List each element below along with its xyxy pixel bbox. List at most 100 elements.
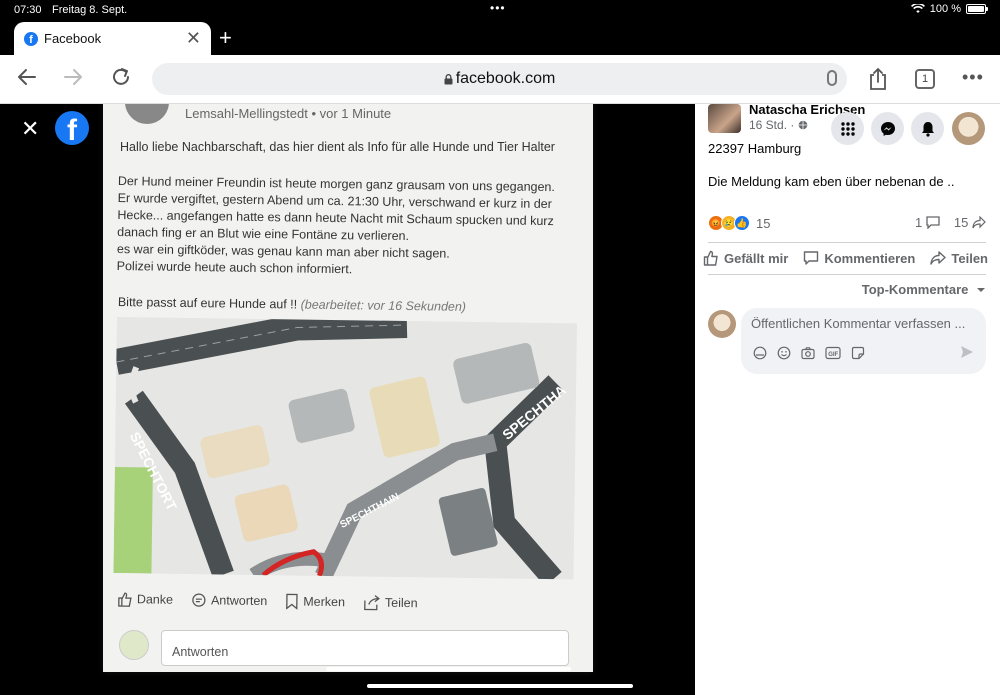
send-icon[interactable] bbox=[960, 345, 974, 359]
profile-avatar[interactable] bbox=[952, 112, 985, 145]
emoji-icon[interactable] bbox=[777, 346, 791, 360]
bell-icon bbox=[921, 121, 934, 137]
speech-bubble-icon bbox=[192, 593, 206, 607]
commenter-avatar[interactable] bbox=[708, 310, 736, 338]
post-action-bar: Gefällt mir Kommentieren Teilen bbox=[703, 250, 988, 266]
photo-reply-row: Antworten bbox=[117, 630, 577, 670]
like-label: Gefällt mir bbox=[724, 250, 789, 266]
post-text: Die Meldung kam eben über nebenan de .. bbox=[708, 174, 955, 189]
share-label: Teilen bbox=[951, 250, 988, 266]
share-icon[interactable] bbox=[868, 67, 888, 91]
comment-input[interactable]: Öffentlichen Kommentar verfassen ... GIF bbox=[741, 308, 986, 374]
photo-reply-avatar bbox=[119, 630, 149, 660]
photo-greeting: Hallo liebe Nachbarschaft, das hier dien… bbox=[120, 140, 555, 154]
photo-reply-label: Antworten bbox=[210, 593, 268, 609]
more-options-icon[interactable]: ••• bbox=[962, 67, 984, 88]
comment-count[interactable]: 1 bbox=[915, 215, 940, 230]
share-count-value: 15 bbox=[953, 215, 969, 230]
notifications-button[interactable] bbox=[911, 112, 944, 145]
status-bar: 07:30 Freitag 8. Sept. ••• 100 % bbox=[0, 0, 1000, 20]
facebook-favicon-icon: f bbox=[24, 31, 38, 46]
chevron-down-icon bbox=[977, 288, 985, 292]
like-icon bbox=[703, 250, 718, 266]
photo-warning-text: Bitte passt auf eure Hunde auf !! bbox=[117, 295, 298, 312]
photo-reply-input: Antworten bbox=[161, 630, 569, 666]
post-side-panel: Natascha Erichsen 16 Std. · 22397 Hambur… bbox=[695, 102, 1000, 695]
author-avatar[interactable] bbox=[708, 104, 741, 133]
close-photo-icon[interactable]: ✕ bbox=[21, 116, 39, 142]
photo-edited-note: (bearbeitet: vor 16 Sekunden) bbox=[300, 297, 467, 314]
messenger-button[interactable] bbox=[871, 112, 904, 145]
tab-bar: f Facebook ✕ + bbox=[0, 20, 1000, 55]
battery-icon bbox=[966, 4, 988, 14]
tab-title: Facebook bbox=[44, 31, 102, 46]
comment-count-value: 1 bbox=[915, 215, 923, 230]
photographed-screen: Lemsahl-Mellingstedt • vor 1 Minute Hall… bbox=[103, 104, 593, 672]
share-small-icon bbox=[972, 216, 986, 229]
like-reaction-icon: 👍 bbox=[734, 215, 750, 231]
facebook-logo-icon[interactable]: f bbox=[55, 111, 89, 145]
comment-tools: GIF bbox=[753, 346, 865, 360]
lock-icon bbox=[444, 73, 453, 84]
post-time[interactable]: 16 Std. · bbox=[749, 118, 794, 132]
status-right: 100 % bbox=[910, 3, 988, 15]
post-location: 22397 Hamburg bbox=[708, 141, 802, 156]
photo-thanks: Danke bbox=[117, 591, 173, 608]
bookmark-icon bbox=[286, 593, 299, 610]
share-action-icon bbox=[930, 251, 947, 265]
photo-reply: Antworten bbox=[191, 592, 267, 609]
comment-label: Kommentieren bbox=[824, 250, 916, 266]
share-arrow-icon bbox=[364, 595, 381, 611]
photo-viewer: ✕ f Lemsahl-Mellingstedt • vor 1 Minute … bbox=[0, 104, 695, 695]
share-button[interactable]: Teilen bbox=[930, 250, 988, 266]
photo-action-bar: Danke Antworten Merken Teilen bbox=[117, 591, 577, 613]
messenger-icon bbox=[880, 121, 895, 136]
globe-icon bbox=[798, 120, 808, 130]
grid-icon bbox=[840, 121, 855, 136]
comment-button[interactable]: Kommentieren bbox=[803, 250, 915, 266]
divider bbox=[708, 274, 986, 275]
forward-icon[interactable] bbox=[62, 66, 84, 88]
photo-scroll-indicator bbox=[326, 667, 571, 671]
sticker-icon[interactable] bbox=[851, 346, 865, 360]
new-tab-icon[interactable]: + bbox=[219, 25, 232, 51]
reaction-summary[interactable]: 😡 😢 👍 15 bbox=[708, 215, 770, 231]
engagement-counts: 1 15 bbox=[915, 215, 986, 230]
thumbs-up-icon bbox=[118, 592, 132, 607]
comment-sort-dropdown[interactable]: Top-Kommentare bbox=[862, 282, 986, 297]
photo-thanks-label: Danke bbox=[136, 592, 174, 607]
status-date: Freitag 8. Sept. bbox=[52, 4, 128, 16]
menu-grid-button[interactable] bbox=[831, 112, 864, 145]
wifi-icon bbox=[910, 4, 925, 14]
battery-percent: 100 % bbox=[929, 3, 961, 15]
back-icon[interactable] bbox=[16, 66, 38, 88]
gif-icon[interactable]: GIF bbox=[825, 346, 841, 360]
svg-text:GIF: GIF bbox=[828, 352, 838, 358]
comment-bubble-icon bbox=[804, 251, 819, 265]
tabs-overview-button[interactable]: 1 bbox=[915, 69, 935, 89]
comment-sort-label: Top-Kommentare bbox=[861, 282, 969, 297]
reaction-count: 15 bbox=[756, 215, 771, 231]
comment-placeholder: Öffentlichen Kommentar verfassen ... bbox=[751, 316, 966, 331]
camera-icon[interactable] bbox=[801, 346, 815, 360]
reload-icon[interactable] bbox=[110, 66, 132, 88]
address-text: facebook.com bbox=[455, 70, 556, 87]
photo-body: Der Hund meiner Freundin ist heute morge… bbox=[117, 173, 578, 281]
tab-facebook[interactable]: f Facebook ✕ bbox=[14, 22, 211, 55]
share-count[interactable]: 15 bbox=[954, 215, 986, 230]
like-button[interactable]: Gefällt mir bbox=[703, 250, 788, 266]
divider bbox=[708, 242, 986, 243]
photo-save-label: Merken bbox=[303, 594, 346, 610]
multitasking-dots[interactable]: ••• bbox=[490, 1, 506, 15]
home-indicator[interactable] bbox=[367, 684, 633, 688]
photo-save: Merken bbox=[285, 593, 345, 610]
avatar-sticker-icon[interactable] bbox=[753, 346, 767, 360]
street-map: SPECHTORT SPECHTHAIN SPECHTHA bbox=[113, 317, 577, 580]
address-bar[interactable]: facebook.com bbox=[152, 63, 847, 95]
photo-share-label: Teilen bbox=[384, 595, 418, 611]
microphone-icon[interactable] bbox=[827, 70, 837, 86]
photo-warning: Bitte passt auf eure Hunde auf !! (bearb… bbox=[118, 295, 466, 314]
close-tab-icon[interactable]: ✕ bbox=[186, 28, 201, 49]
photo-author-avatar bbox=[125, 104, 169, 124]
photo-share: Teilen bbox=[363, 594, 418, 611]
